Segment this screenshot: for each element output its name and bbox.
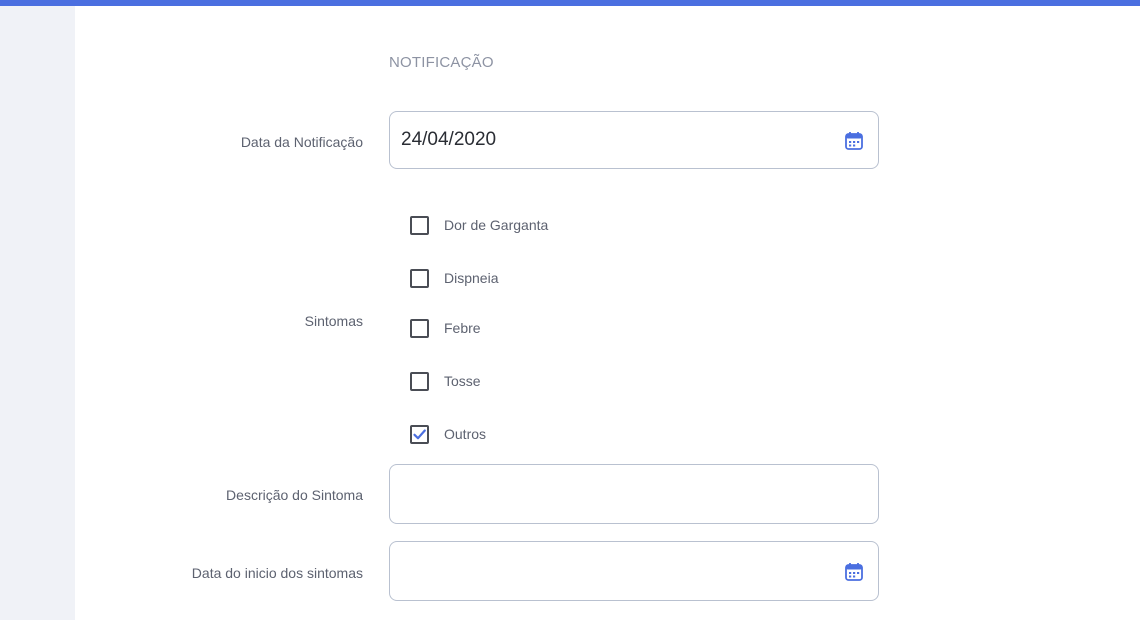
symptoms-label: Sintomas [304, 313, 363, 329]
symptom-start-date-field[interactable] [389, 541, 879, 601]
notification-date-label: Data da Notificação [240, 134, 363, 150]
symptom-option-tosse[interactable]: Tosse [410, 370, 481, 392]
checkbox-label: Dispneia [444, 270, 499, 286]
checkbox-label: Dor de Garganta [444, 217, 549, 233]
top-accent-bar [0, 0, 1140, 6]
checkmark-icon [413, 428, 426, 439]
checkbox-checked[interactable] [410, 424, 429, 444]
checkbox-label: Tosse [444, 373, 481, 389]
symptom-option-dispneia[interactable]: Dispneia [410, 267, 498, 289]
notification-date-value: 24/04/2020 [401, 129, 497, 150]
calendar-icon[interactable] [844, 131, 864, 151]
checkbox-label: Outros [444, 426, 487, 442]
checkbox-label: Febre [444, 320, 481, 336]
checkbox[interactable] [410, 318, 429, 338]
symptom-option-outros[interactable]: Outros [410, 423, 486, 445]
notification-date-field[interactable]: 24/04/2020 [389, 111, 879, 169]
checkbox[interactable] [410, 215, 429, 235]
symptom-option-febre[interactable]: Febre [410, 317, 481, 339]
symptom-description-label: Descrição do Sintoma [226, 487, 363, 503]
checkbox[interactable] [410, 268, 429, 288]
symptom-start-date-label: Data do inicio dos sintomas [191, 565, 363, 581]
symptom-description-input[interactable] [389, 464, 879, 524]
symptom-option-dor-de-garganta[interactable]: Dor de Garganta [410, 214, 548, 236]
calendar-icon[interactable] [844, 562, 864, 582]
section-title: NOTIFICAÇÃO [389, 54, 494, 71]
checkbox[interactable] [410, 371, 429, 391]
sidebar [0, 6, 75, 620]
